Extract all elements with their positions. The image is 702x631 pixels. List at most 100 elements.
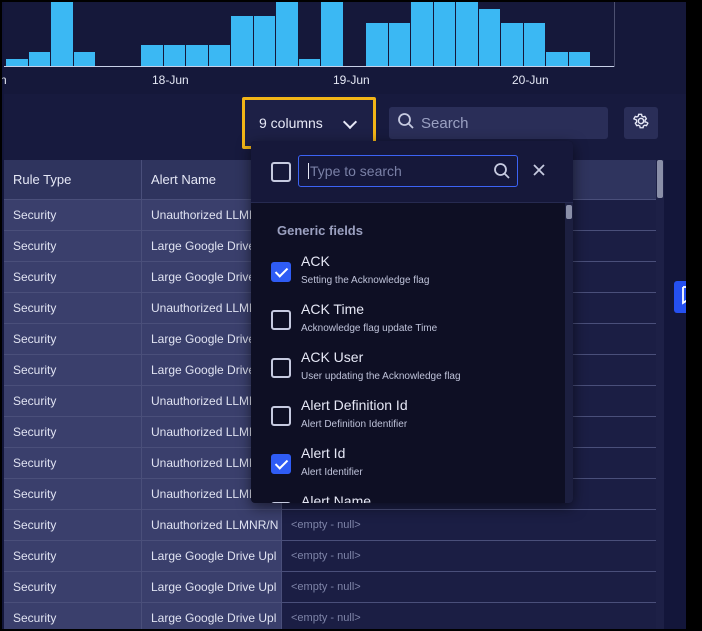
dropdown-header (251, 141, 573, 203)
x-axis-line (4, 66, 614, 67)
table-row[interactable]: Security Large Google Drive Upl <empty - n… (4, 572, 658, 603)
cell-rule-type: Security (4, 479, 142, 509)
cell-value: <empty - null> (282, 541, 658, 571)
select-all-checkbox[interactable] (271, 162, 291, 182)
search-input[interactable] (421, 114, 591, 132)
cell-rule-type: Security (4, 293, 142, 323)
field-checkbox[interactable] (271, 310, 291, 330)
histogram-bar[interactable] (208, 45, 231, 66)
cell-alert-name: Unauthorized LLMNR/N (142, 510, 282, 540)
field-option[interactable]: ACK Time Acknowledge flag update Time (251, 296, 563, 344)
field-option[interactable]: Alert Definition Id Alert Definition Iden… (251, 392, 563, 440)
cell-rule-type: Security (4, 200, 142, 230)
dropdown-scrollbar[interactable] (565, 203, 573, 503)
cell-alert-name: Large Google Drive Upl (142, 572, 282, 602)
cell-alert-name: Large Google Drive Upl (142, 603, 282, 629)
cell-rule-type: Security (4, 603, 142, 629)
field-description: Alert Definition Identifier (301, 419, 408, 430)
bookmark-add-button[interactable] (674, 281, 686, 313)
table-row[interactable]: Security Large Google Drive Upl <empty - n… (4, 541, 658, 572)
field-name: ACK (301, 253, 330, 269)
histogram-bar[interactable] (28, 52, 51, 66)
cell-rule-type: Security (4, 510, 142, 540)
field-checkbox[interactable] (271, 358, 291, 378)
histogram-bar[interactable] (501, 23, 524, 66)
columns-label: 9 columns (259, 115, 323, 131)
gear-icon (632, 112, 650, 135)
settings-button[interactable] (624, 107, 658, 139)
field-option[interactable]: Alert Id Alert Identifier (251, 440, 563, 488)
histogram-bar[interactable] (6, 59, 29, 66)
cell-rule-type: Security (4, 417, 142, 447)
field-description: Alert Identifier (301, 467, 363, 478)
group-title: Generic fields (277, 223, 363, 238)
x-tick-label: 18-Jun (152, 73, 189, 87)
field-option[interactable]: ACK Setting the Acknowledge flag (251, 248, 563, 296)
histogram-bar[interactable] (456, 2, 479, 66)
search-icon (493, 162, 511, 185)
field-search-input[interactable] (308, 163, 488, 179)
histogram-bar[interactable] (276, 2, 299, 66)
histogram-bar[interactable] (411, 2, 434, 66)
histogram-bar[interactable] (186, 45, 209, 66)
cell-rule-type: Security (4, 386, 142, 416)
histogram-bar[interactable] (546, 52, 569, 66)
histogram-bar[interactable] (73, 52, 96, 66)
cell-rule-type: Security (4, 324, 142, 354)
cell-value: <empty - null> (282, 603, 658, 629)
histogram-bar[interactable] (163, 45, 186, 66)
field-checkbox[interactable] (271, 406, 291, 426)
histogram-bar[interactable] (388, 23, 411, 66)
search-icon (397, 112, 415, 134)
search-field[interactable] (389, 107, 608, 139)
histogram-bar[interactable] (366, 23, 389, 66)
x-tick-label: 19-Jun (333, 73, 370, 87)
table-row[interactable]: Security Large Google Drive Upl <empty - n… (4, 603, 658, 629)
histogram-bar[interactable] (253, 16, 276, 66)
histogram-bar[interactable] (568, 52, 591, 66)
histogram-bar[interactable] (433, 2, 456, 66)
histogram-bar[interactable] (298, 59, 321, 66)
scrollbar-thumb[interactable] (657, 160, 663, 198)
histogram-bar[interactable] (51, 2, 74, 66)
app-frame: n 18-Jun 19-Jun 20-Jun 9 columns Rule Ty… (0, 0, 702, 631)
field-option[interactable]: Alert Name (251, 488, 563, 503)
scrollbar-thumb[interactable] (566, 205, 572, 219)
cell-value: <empty - null> (282, 510, 658, 540)
field-search[interactable] (298, 155, 518, 187)
field-name: Alert Id (301, 445, 346, 461)
field-checkbox[interactable] (271, 454, 291, 474)
field-description: User updating the Acknowledge flag (301, 371, 461, 382)
chevron-down-icon (342, 114, 358, 130)
cell-rule-type: Security (4, 262, 142, 292)
histogram-chart: n 18-Jun 19-Jun 20-Jun (2, 2, 686, 94)
field-checkbox[interactable] (271, 502, 291, 503)
histogram-bar[interactable] (478, 9, 501, 66)
histogram-bar[interactable] (523, 23, 546, 66)
chart-right-edge (614, 2, 615, 67)
field-description: Setting the Acknowledge flag (301, 275, 430, 286)
cell-rule-type: Security (4, 541, 142, 571)
histogram-bar[interactable] (141, 45, 164, 66)
field-name: Alert Name (301, 493, 372, 503)
field-name: Alert Definition Id (301, 397, 408, 413)
cell-rule-type: Security (4, 231, 142, 261)
bookmark-add-icon (680, 285, 686, 310)
close-icon[interactable] (531, 162, 547, 180)
histogram-bar[interactable] (321, 2, 344, 66)
cell-alert-name: Large Google Drive Upl (142, 541, 282, 571)
field-checkbox[interactable] (271, 262, 291, 282)
field-name: ACK User (301, 349, 364, 365)
field-name: ACK Time (301, 301, 365, 317)
x-tick-label: 20-Jun (512, 73, 549, 87)
field-option[interactable]: ACK User User updating the Acknowledge fl… (251, 344, 563, 392)
histogram-bar[interactable] (231, 16, 254, 66)
table-row[interactable]: Security Unauthorized LLMNR/N <empty - nul… (4, 510, 658, 541)
column-header-rule-type[interactable]: Rule Type (4, 160, 142, 199)
table-scrollbar[interactable] (656, 160, 664, 629)
cell-rule-type: Security (4, 448, 142, 478)
cell-value: <empty - null> (282, 572, 658, 602)
x-tick-label: n (0, 73, 7, 87)
field-description: Acknowledge flag update Time (301, 323, 438, 334)
cell-rule-type: Security (4, 572, 142, 602)
